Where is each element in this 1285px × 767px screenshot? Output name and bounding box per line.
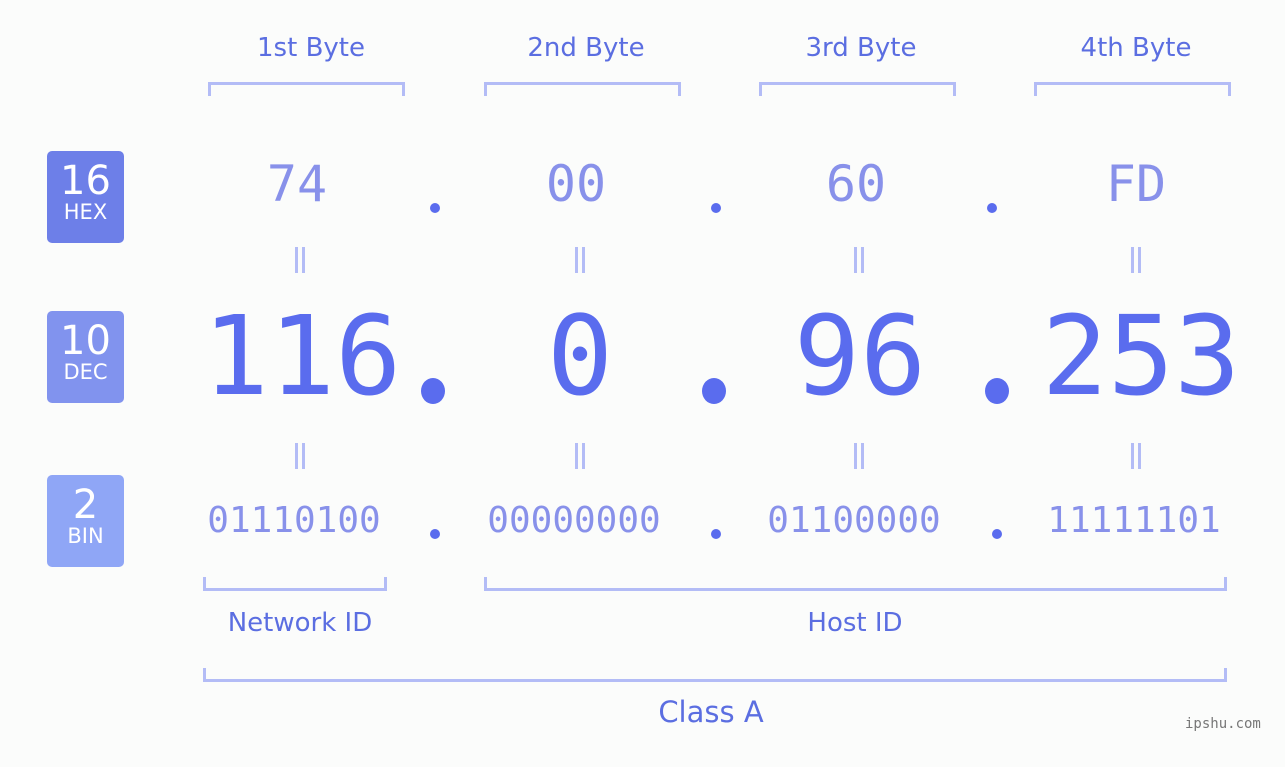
hex-byte-2: 00 (545, 155, 607, 213)
host-id-label: Host ID (807, 608, 903, 638)
bin-byte-1: 01110100 (207, 500, 381, 541)
equals-icon (1129, 443, 1143, 469)
equals-icon (1129, 247, 1143, 273)
dec-badge: 10 DEC (47, 311, 124, 403)
dec-byte-4: 253 (1041, 292, 1241, 420)
hex-byte-4: FD (1105, 155, 1167, 213)
hex-byte-1: 74 (266, 155, 328, 213)
hex-badge: 16 HEX (47, 151, 124, 243)
host-id-bracket (484, 577, 1227, 591)
dec-byte-2: 0 (546, 292, 614, 420)
dec-separator-dot (702, 378, 726, 404)
hex-separator-dot (711, 203, 721, 213)
bin-separator-dot (711, 529, 721, 539)
dec-separator-dot (421, 378, 445, 404)
hex-base-label: HEX (63, 200, 108, 224)
bin-base-number: 2 (72, 482, 99, 528)
bin-badge: 2 BIN (47, 475, 124, 567)
dec-separator-dot (985, 378, 1009, 404)
network-id-label: Network ID (227, 608, 373, 638)
equals-icon (852, 247, 866, 273)
bin-separator-dot (992, 529, 1002, 539)
class-bracket (203, 668, 1227, 682)
network-id-bracket (203, 577, 387, 591)
byte-1-bracket (208, 82, 405, 96)
bin-byte-4: 11111101 (1047, 500, 1221, 541)
equals-icon (293, 247, 307, 273)
hex-separator-dot (987, 203, 997, 213)
dec-base-number: 10 (60, 318, 111, 364)
bin-byte-2: 00000000 (487, 500, 661, 541)
equals-icon (573, 247, 587, 273)
equals-icon (293, 443, 307, 469)
dec-base-label: DEC (63, 360, 108, 384)
byte-header-4: 4th Byte (1080, 33, 1192, 63)
hex-byte-3: 60 (825, 155, 887, 213)
byte-header-1: 1st Byte (257, 33, 365, 63)
hex-separator-dot (430, 203, 440, 213)
byte-4-bracket (1034, 82, 1231, 96)
byte-2-bracket (484, 82, 681, 96)
byte-header-2: 2nd Byte (527, 33, 645, 63)
bin-base-label: BIN (67, 524, 104, 548)
equals-icon (573, 443, 587, 469)
bin-byte-3: 01100000 (767, 500, 941, 541)
byte-3-bracket (759, 82, 956, 96)
byte-header-3: 3rd Byte (805, 33, 917, 63)
equals-icon (852, 443, 866, 469)
dec-byte-1: 116 (202, 292, 402, 420)
dec-byte-3: 96 (793, 292, 927, 420)
hex-base-number: 16 (60, 158, 111, 204)
bin-separator-dot (430, 529, 440, 539)
class-label: Class A (658, 695, 764, 729)
watermark: ipshu.com (1185, 716, 1261, 732)
